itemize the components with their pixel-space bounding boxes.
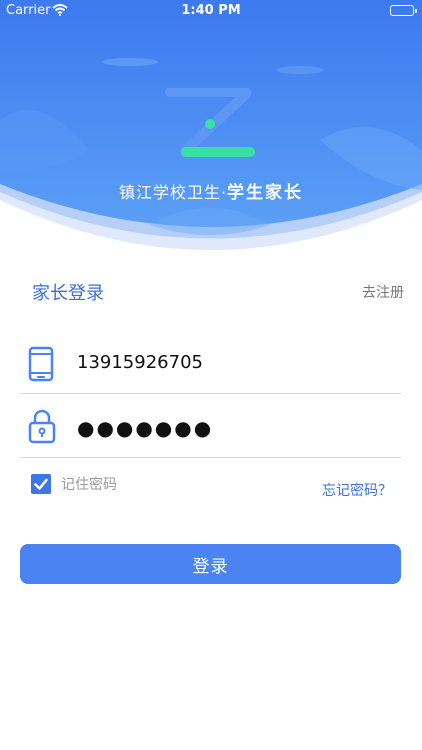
- remember-password-label[interactable]: 记住密码: [61, 474, 117, 494]
- battery-icon: [390, 5, 417, 16]
- app-name: 镇江学校卫生·学生家长: [0, 178, 422, 203]
- phone-field-row: [20, 330, 401, 394]
- password-field-row: ●●●●●●●: [20, 394, 401, 458]
- status-time: 1:40 PM: [181, 3, 241, 18]
- login-screen: Carrier 1:40 PM 镇江学校卫生·学生家长 家长登录 去注册 139…: [0, 0, 422, 750]
- lock-icon: [28, 408, 56, 448]
- register-link[interactable]: 去注册: [362, 282, 404, 302]
- check-icon: [34, 478, 48, 490]
- remember-password-checkbox[interactable]: [31, 474, 51, 494]
- password-input[interactable]: ●●●●●●●: [77, 416, 377, 440]
- status-bar: Carrier 1:40 PM: [0, 0, 422, 22]
- forgot-password-link[interactable]: 忘记密码？: [322, 480, 392, 500]
- z-logo-icon: [162, 87, 260, 168]
- phone-icon: [28, 346, 54, 386]
- app-name-prefix: 镇江学校卫生·: [118, 183, 228, 202]
- phone-input[interactable]: [77, 352, 377, 373]
- login-title: 家长登录: [32, 283, 104, 304]
- login-button[interactable]: 登录: [20, 544, 401, 584]
- app-name-role: 学生家长: [227, 183, 304, 203]
